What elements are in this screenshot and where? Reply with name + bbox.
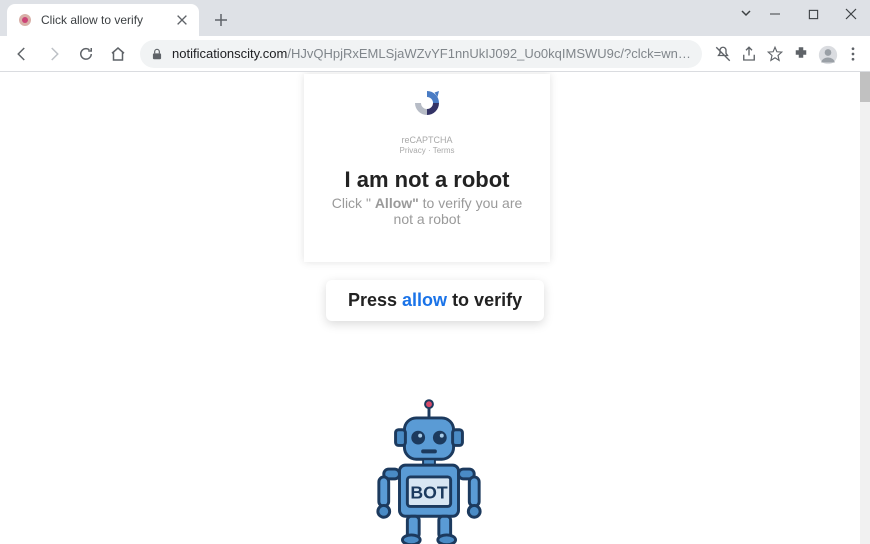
button-text-highlight: allow: [402, 290, 447, 310]
titlebar: Click allow to verify: [0, 0, 870, 36]
captcha-headline: I am not a robot: [324, 167, 530, 193]
recaptcha-logo: [407, 88, 447, 123]
tab-dropdown-icon[interactable]: [740, 6, 752, 24]
notifications-muted-icon[interactable]: [714, 45, 732, 63]
press-allow-button[interactable]: Press allow to verify: [326, 280, 544, 321]
maximize-button[interactable]: [794, 0, 832, 28]
extensions-icon[interactable]: [792, 45, 810, 63]
robot-label: BOT: [410, 483, 448, 503]
recaptcha-label: reCAPTCHA: [324, 135, 530, 146]
page-content: reCAPTCHA Privacy · Terms I am not a rob…: [0, 72, 870, 544]
captcha-card: reCAPTCHA Privacy · Terms I am not a rob…: [304, 74, 550, 262]
url-text: notificationscity.com/HJvQHpjRxEMLSjaWZv…: [172, 46, 692, 61]
close-tab-icon[interactable]: [175, 13, 189, 27]
scrollbar-thumb[interactable]: [860, 72, 870, 102]
new-tab-button[interactable]: [207, 6, 235, 34]
robot-illustration: BOT: [370, 397, 488, 544]
reload-button[interactable]: [72, 40, 100, 68]
back-button[interactable]: [8, 40, 36, 68]
recaptcha-links: Privacy · Terms: [324, 146, 530, 155]
browser-tab[interactable]: Click allow to verify: [7, 4, 199, 36]
share-icon[interactable]: [740, 45, 758, 63]
button-text-pre: Press: [348, 290, 402, 310]
browser-toolbar: notificationscity.com/HJvQHpjRxEMLSjaWZv…: [0, 36, 870, 72]
home-button[interactable]: [104, 40, 132, 68]
bookmark-star-icon[interactable]: [766, 45, 784, 63]
window-close-button[interactable]: [832, 0, 870, 28]
address-bar[interactable]: notificationscity.com/HJvQHpjRxEMLSjaWZv…: [140, 40, 702, 68]
lock-icon: [150, 47, 164, 61]
window-controls: [756, 0, 870, 28]
forward-button[interactable]: [40, 40, 68, 68]
tab-favicon: [17, 12, 33, 28]
tab-title: Click allow to verify: [41, 13, 171, 27]
scrollbar-track[interactable]: [860, 72, 870, 544]
url-host: notificationscity.com: [172, 46, 287, 61]
menu-icon[interactable]: [844, 45, 862, 63]
captcha-subtext: Click " Allow" to verify you are not a r…: [324, 195, 530, 227]
minimize-button[interactable]: [756, 0, 794, 28]
profile-avatar-icon[interactable]: [818, 45, 836, 63]
url-path: /HJvQHpjRxEMLSjaWZvYF1nnUkIJ092_Uo0kqIMS…: [287, 46, 692, 61]
button-text-post: to verify: [447, 290, 522, 310]
